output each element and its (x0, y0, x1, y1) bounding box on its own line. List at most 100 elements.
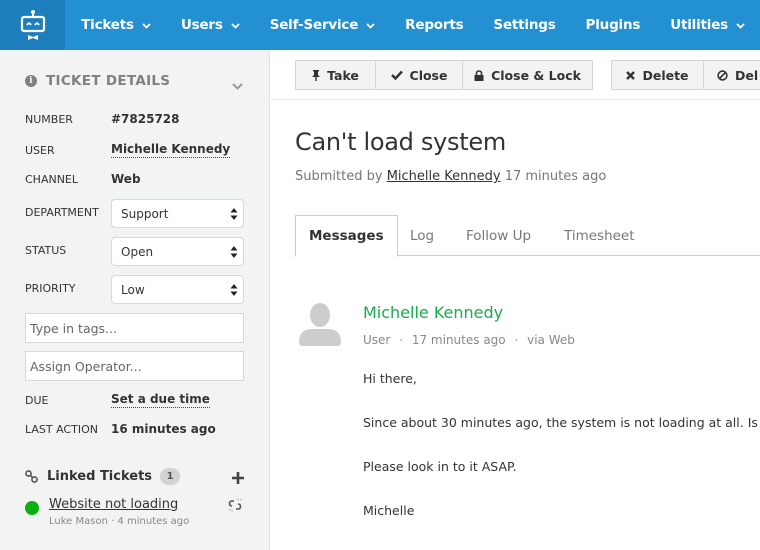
operator-placeholder: Assign Operator... (30, 358, 142, 374)
linked-ticket-author: Luke Mason (49, 516, 108, 527)
take-label: Take (327, 67, 359, 83)
nav-settings[interactable]: Settings (478, 0, 570, 50)
set-due-time-link[interactable]: Set a due time (111, 392, 210, 408)
linked-tickets-count: 1 (160, 468, 181, 485)
tab-timesheet-label: Timesheet (564, 227, 635, 244)
assign-operator-input[interactable]: Assign Operator... (25, 351, 244, 381)
message-paragraph: Please look in to it ASAP. (363, 459, 517, 474)
nav-utilities[interactable]: Utilities (655, 0, 760, 50)
close-label: Close (409, 67, 448, 83)
linked-ticket-title[interactable]: Website not loading (49, 497, 178, 512)
ticket-details-title: TICKET DETAILS (46, 73, 171, 89)
message-meta: User · 17 minutes ago · via Web (363, 333, 575, 347)
ticket-danger-group: Delete Del (611, 60, 760, 90)
status-value: Open (121, 244, 154, 259)
department-select[interactable]: Support (111, 199, 244, 228)
nav-plugins-label: Plugins (585, 17, 641, 33)
message-author[interactable]: Michelle Kennedy (363, 303, 503, 322)
close-button[interactable]: Close (376, 61, 463, 89)
ticket-tabs: Messages Log Follow Up Timesheet (295, 215, 760, 257)
delete-button[interactable]: Delete (612, 61, 704, 89)
ticket-number: #7825728 (111, 112, 180, 126)
status-label: STATUS (25, 244, 67, 257)
chevron-down-icon (366, 17, 375, 33)
submitted-time: 17 minutes ago (504, 169, 607, 184)
nav-self-service[interactable]: Self-Service (255, 0, 390, 50)
avatar (299, 302, 341, 350)
user-silhouette-icon (299, 303, 341, 346)
ticket-details-sidebar: i TICKET DETAILS NUMBER #7825728 USER Mi… (0, 50, 270, 550)
delete-ban-label: Del (735, 67, 759, 83)
user-link[interactable]: Michelle Kennedy (111, 142, 231, 158)
collapse-chevron-icon[interactable] (232, 75, 243, 94)
ban-icon (717, 69, 728, 81)
linked-tickets-header: Linked Tickets 1 (25, 468, 244, 485)
select-arrows-icon (230, 246, 238, 258)
plus-icon (232, 472, 244, 484)
take-button[interactable]: Take (296, 61, 376, 89)
status-select[interactable]: Open (111, 237, 244, 266)
channel-label: CHANNEL (25, 172, 79, 186)
submitter-link[interactable]: Michelle Kennedy (387, 169, 501, 184)
ticket-details-heading: i TICKET DETAILS (25, 73, 170, 89)
close-lock-label: Close & Lock (491, 67, 581, 83)
nav-users-label: Users (180, 17, 223, 33)
meta-separator: · (399, 333, 404, 347)
linked-ticket-meta: Luke Mason · 4 minutes ago (49, 516, 190, 527)
add-linked-ticket-button[interactable] (232, 469, 244, 488)
nav-settings-label: Settings (493, 17, 556, 33)
field-user: USER Michelle Kennedy (25, 142, 231, 158)
unlink-button[interactable] (228, 497, 242, 516)
nav-tickets[interactable]: Tickets (65, 0, 166, 50)
nav-tickets-label: Tickets (81, 17, 134, 33)
tab-log[interactable]: Log (410, 215, 434, 256)
number-label: NUMBER (25, 112, 73, 126)
tab-messages[interactable]: Messages (295, 215, 398, 257)
unlink-icon (228, 498, 242, 512)
message-body: Hi there, Since about 30 minutes ago, th… (363, 371, 760, 547)
field-last-action: LAST ACTION 16 minutes ago (25, 422, 216, 436)
nav-reports-label: Reports (405, 17, 464, 33)
message-paragraph: Michelle (363, 503, 415, 518)
x-icon (626, 70, 636, 80)
link-icon (25, 470, 38, 483)
info-icon: i (25, 75, 37, 87)
message-time: 17 minutes ago (411, 333, 506, 347)
field-status: STATUS (25, 244, 111, 257)
ticket-toolbar: Take Close Close & Lock Delete Del (271, 50, 760, 100)
close-lock-button[interactable]: Close & Lock (463, 61, 592, 89)
message-role: User (363, 333, 391, 347)
nav-users[interactable]: Users (166, 0, 255, 50)
ticket-actions-group: Take Close Close & Lock (295, 60, 593, 90)
user-label: USER (25, 143, 55, 157)
priority-label: PRIORITY (25, 282, 76, 295)
submitted-prefix: Submitted by (295, 169, 383, 184)
last-action-value: 16 minutes ago (111, 422, 216, 436)
tab-follow-up-label: Follow Up (466, 227, 532, 244)
chevron-down-icon (231, 17, 240, 33)
message-paragraph: Hi there, (363, 371, 417, 386)
select-arrows-icon (230, 208, 238, 220)
nav-reports[interactable]: Reports (390, 0, 478, 50)
nav-plugins[interactable]: Plugins (571, 0, 656, 50)
tags-input[interactable]: Type in tags... (25, 313, 244, 343)
linked-ticket-time: 4 minutes ago (117, 516, 190, 527)
app-logo[interactable] (0, 0, 66, 50)
meta-separator: · (514, 333, 519, 347)
tab-timesheet[interactable]: Timesheet (564, 215, 635, 256)
priority-value: Low (121, 282, 145, 297)
tab-log-label: Log (410, 227, 435, 244)
last-action-label: LAST ACTION (25, 422, 98, 436)
priority-select[interactable]: Low (111, 275, 244, 304)
tab-follow-up[interactable]: Follow Up (466, 215, 531, 256)
department-value: Support (121, 206, 169, 221)
due-label: DUE (25, 393, 49, 407)
ticket-main: Take Close Close & Lock Delete Del Can't… (271, 50, 760, 550)
department-label: DEPARTMENT (25, 206, 99, 219)
lock-icon (474, 69, 484, 81)
submitted-line: Submitted by Michelle Kennedy 17 minutes… (295, 169, 606, 184)
delete-ban-button[interactable]: Del (704, 61, 760, 89)
field-department: DEPARTMENT (25, 206, 111, 219)
top-navbar: Tickets Users Self-Service Reports Setti… (0, 0, 760, 50)
nav-self-service-label: Self-Service (269, 17, 359, 33)
